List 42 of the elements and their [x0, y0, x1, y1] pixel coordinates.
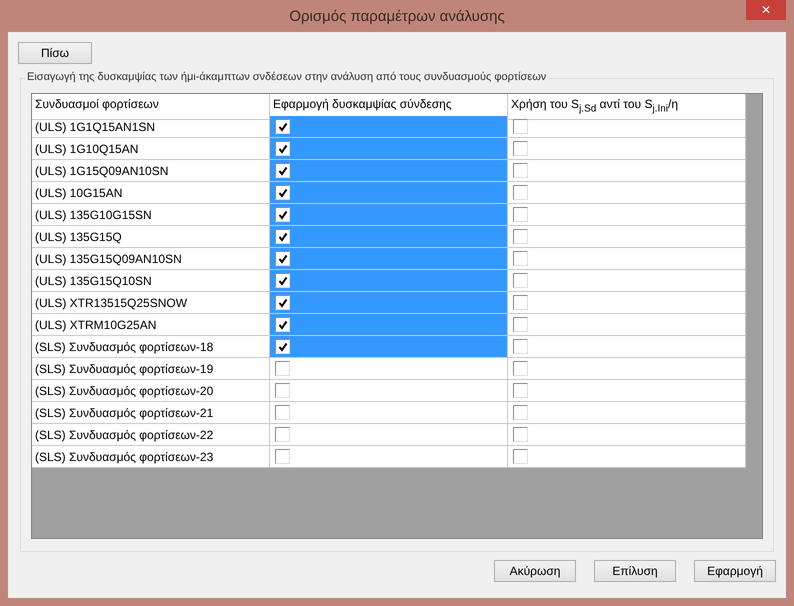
column-header[interactable]: Συνδυασμοί φορτίσεων	[32, 94, 270, 120]
checkbox[interactable]	[513, 207, 528, 222]
group-legend: Εισαγωγή της δυσκαμψίας των ήμι-άκαμπτων σνδέσεων στην ανάλυση από τους συνδυασμούς φορτίσεων	[25, 71, 548, 83]
checkbox[interactable]	[275, 229, 290, 244]
checkbox[interactable]	[275, 119, 290, 134]
close-button[interactable]: ✕	[746, 0, 786, 20]
checkbox[interactable]	[275, 449, 290, 464]
dialog-button[interactable]: Επίλυση	[594, 560, 676, 582]
checkbox[interactable]	[275, 207, 290, 222]
checkbox[interactable]	[275, 383, 290, 398]
checkbox[interactable]	[275, 251, 290, 266]
checkbox[interactable]	[513, 339, 528, 354]
checkbox[interactable]	[275, 295, 290, 310]
checkbox[interactable]	[513, 295, 528, 310]
checkbox[interactable]	[513, 163, 528, 178]
dialog-button[interactable]: Ακύρωση	[494, 560, 576, 582]
checkbox[interactable]	[275, 273, 290, 288]
table-cell: (SLS) Συνδυασμός φορτίσεων-23	[32, 446, 270, 468]
checkbox[interactable]	[275, 317, 290, 332]
checkbox[interactable]	[513, 361, 528, 376]
checkbox[interactable]	[275, 361, 290, 376]
checkbox[interactable]	[513, 229, 528, 244]
checkbox[interactable]	[513, 273, 528, 288]
dialog-button[interactable]: Εφαρμογή	[694, 560, 776, 582]
checkbox[interactable]	[513, 449, 528, 464]
checkbox[interactable]	[275, 141, 290, 156]
checkbox[interactable]	[275, 427, 290, 442]
checkbox[interactable]	[513, 317, 528, 332]
checkbox[interactable]	[513, 119, 528, 134]
checkbox[interactable]	[275, 163, 290, 178]
checkbox[interactable]	[513, 141, 528, 156]
checkbox[interactable]	[275, 339, 290, 354]
checkbox[interactable]	[513, 405, 528, 420]
checkbox[interactable]	[513, 383, 528, 398]
checkbox[interactable]	[513, 251, 528, 266]
back-button[interactable]: Πίσω	[18, 42, 92, 64]
checkbox[interactable]	[513, 185, 528, 200]
window-title: Ορισμός παραμέτρων ανάλυσης	[289, 8, 505, 24]
checkbox[interactable]	[513, 427, 528, 442]
checkbox[interactable]	[275, 185, 290, 200]
checkbox[interactable]	[275, 405, 290, 420]
column-header[interactable]: Χρήση του S$_{j.Sd}$ αντί του S$_{j.Ini}$/η	[508, 94, 746, 120]
